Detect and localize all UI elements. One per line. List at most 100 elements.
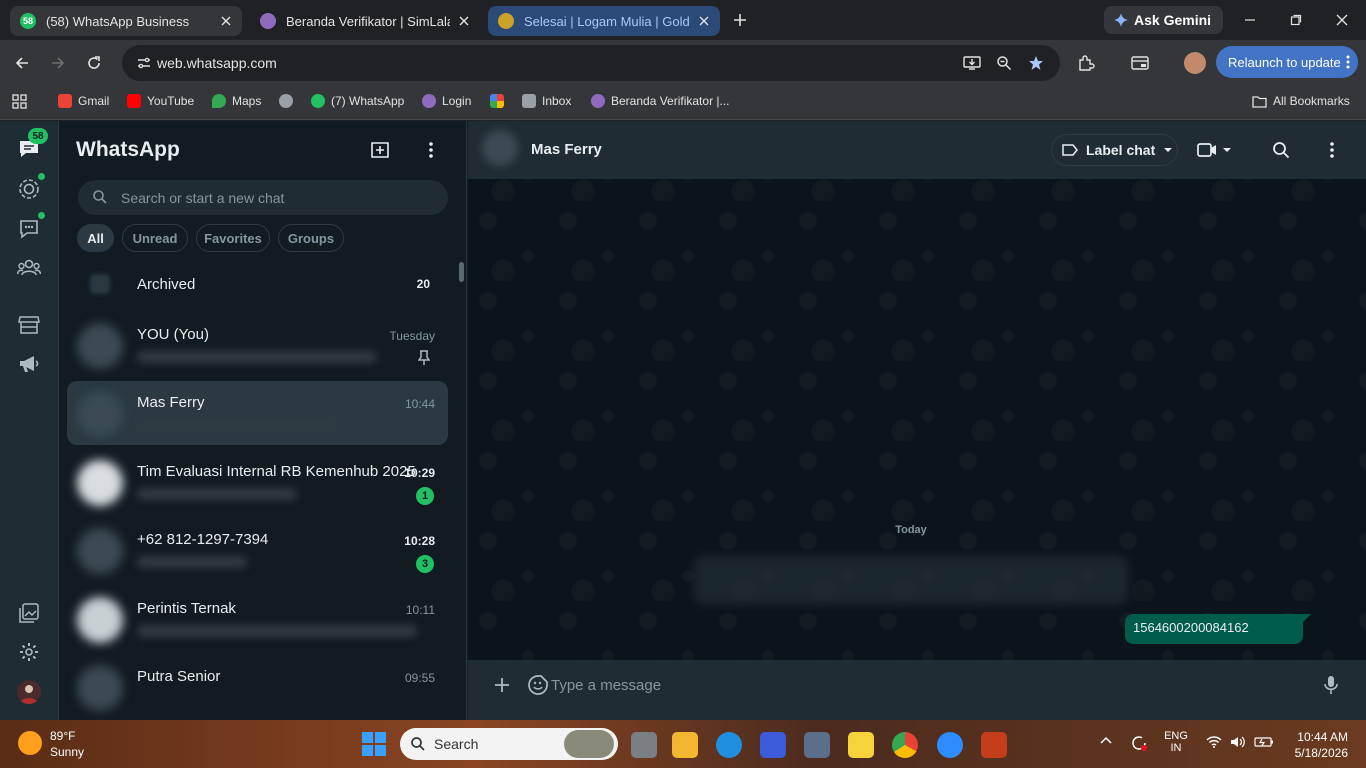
contact-name[interactable]: Mas Ferry (531, 141, 602, 158)
bookmark-gmail[interactable]: Gmail (58, 92, 109, 110)
taskbar-search[interactable]: Search (400, 728, 618, 760)
bookmark-globe[interactable] (279, 92, 293, 110)
close-tab-icon[interactable] (456, 13, 472, 29)
catalog-store-icon[interactable] (17, 313, 41, 337)
filter-all[interactable]: All (77, 224, 114, 252)
camera-icon[interactable] (804, 732, 830, 758)
date-divider: Today (895, 524, 927, 536)
message-input[interactable] (551, 669, 1311, 701)
bookmark-beranda-verifikator[interactable]: Beranda Verifikator |... (591, 92, 730, 110)
site-settings-icon[interactable] (134, 53, 154, 73)
tab-search-icon[interactable] (1130, 53, 1150, 73)
archive-icon (90, 274, 110, 294)
chevron-down-icon (1163, 147, 1173, 153)
apps-grid-icon[interactable] (12, 92, 27, 110)
contact-avatar[interactable] (482, 130, 518, 166)
chat-row-putra-senior[interactable]: Putra Senior 09:55 (67, 655, 448, 719)
video-call-icon[interactable] (1196, 139, 1234, 161)
extensions-icon[interactable] (1076, 53, 1096, 73)
tab-logam-mulia[interactable]: Selesai | Logam Mulia | Gold, Si (488, 6, 720, 36)
filter-groups[interactable]: Groups (278, 224, 344, 252)
close-window-icon[interactable] (1330, 8, 1354, 32)
search-icon (92, 189, 110, 207)
sticky-notes-icon[interactable] (848, 732, 874, 758)
ask-gemini-button[interactable]: Ask Gemini (1104, 6, 1224, 34)
bookmark-maps[interactable]: Maps (212, 92, 261, 110)
chat-list-scrollbar[interactable] (459, 262, 464, 282)
weather-description[interactable]: Sunny (50, 745, 84, 759)
status-icon[interactable] (17, 177, 41, 201)
bookmark-whatsapp[interactable]: (7) WhatsApp (311, 92, 404, 110)
bookmark-inbox[interactable]: Inbox (522, 92, 571, 110)
filter-favorites[interactable]: Favorites (196, 224, 270, 252)
bookmark-star-icon[interactable] (1026, 53, 1046, 73)
unread-badge: 1 (416, 487, 434, 505)
tab-whatsapp-business[interactable]: 58 (58) WhatsApp Business (10, 6, 242, 36)
chrome-icon[interactable] (892, 732, 918, 758)
copilot-icon[interactable] (760, 732, 786, 758)
all-bookmarks[interactable]: All Bookmarks (1252, 92, 1350, 110)
search-messages-icon[interactable] (1271, 139, 1291, 161)
filter-unread[interactable]: Unread (122, 224, 188, 252)
forward-icon[interactable] (47, 52, 69, 74)
channels-icon[interactable] (17, 217, 41, 241)
media-gallery-icon[interactable] (17, 601, 41, 625)
bookmark-label: (7) WhatsApp (331, 94, 405, 108)
zoom-icon[interactable] (994, 53, 1014, 73)
bookmark-label: Beranda Verifikator |... (611, 94, 730, 108)
volume-icon[interactable] (1230, 736, 1246, 748)
search-input[interactable] (121, 180, 441, 215)
advertise-megaphone-icon[interactable] (17, 352, 41, 376)
chat-row-you[interactable]: YOU (You) Tuesday (67, 313, 448, 377)
profile-avatar[interactable] (1184, 52, 1206, 74)
emoji-sticker-icon[interactable] (527, 674, 549, 696)
file-explorer-icon[interactable] (672, 732, 698, 758)
task-view-icon[interactable] (631, 732, 657, 758)
wifi-icon[interactable] (1206, 736, 1222, 748)
outgoing-message[interactable]: 1564600200084162 (1125, 614, 1303, 644)
battery-icon[interactable] (1254, 736, 1274, 748)
edge-icon[interactable] (716, 732, 742, 758)
chat-row-phone-number[interactable]: +62 812-1297-7394 10:28 3 (67, 518, 448, 582)
attach-plus-icon[interactable] (491, 674, 513, 696)
windows-start-icon[interactable] (362, 732, 386, 756)
chat-row-mas-ferry[interactable]: Mas Ferry 10:44 (67, 381, 448, 445)
bookmark-login[interactable]: Login (422, 92, 471, 110)
zoom-app-icon[interactable] (937, 732, 963, 758)
minimize-icon[interactable] (1238, 8, 1262, 32)
new-tab-icon[interactable] (730, 10, 750, 30)
chat-row-perintis-ternak[interactable]: Perintis Ternak 10:11 (67, 587, 448, 651)
language-indicator[interactable]: ENG IN (1160, 730, 1192, 754)
language-bottom: IN (1170, 742, 1182, 754)
reload-icon[interactable] (83, 52, 105, 74)
communities-icon[interactable] (17, 256, 41, 280)
profile-avatar[interactable] (17, 680, 41, 704)
install-app-icon[interactable] (962, 53, 982, 73)
clock-date: 5/18/2026 (1294, 746, 1348, 760)
microphone-icon[interactable] (1320, 674, 1342, 696)
chat-row-tim-evaluasi[interactable]: Tim Evaluasi Internal RB Kemenhub 2025 1… (67, 450, 448, 514)
weather-sun-icon[interactable] (18, 731, 42, 755)
powerpoint-icon[interactable] (981, 732, 1007, 758)
label-chat-button[interactable]: Label chat (1051, 134, 1178, 166)
menu-icon[interactable] (420, 139, 442, 161)
new-chat-icon[interactable] (369, 139, 391, 161)
close-tab-icon[interactable] (696, 13, 712, 29)
close-tab-icon[interactable] (218, 13, 234, 29)
chat-preview-blurred (137, 351, 377, 363)
bookmark-youtube[interactable]: YouTube (127, 92, 194, 110)
bookmark-photos[interactable] (490, 92, 504, 110)
settings-gear-icon[interactable] (17, 640, 41, 664)
conversation-menu-icon[interactable] (1326, 139, 1338, 161)
relaunch-to-update-button[interactable]: Relaunch to update (1216, 46, 1358, 78)
tab-simlala[interactable]: Beranda Verifikator | SimLala (250, 6, 480, 36)
system-clock[interactable]: 10:44 AM 5/18/2026 (1290, 729, 1348, 761)
archived-row[interactable]: Archived (137, 276, 195, 293)
weather-temperature[interactable]: 89°F (50, 729, 75, 743)
back-icon[interactable] (11, 52, 33, 74)
restore-icon[interactable] (1284, 8, 1308, 32)
sync-icon[interactable] (1130, 734, 1148, 752)
show-hidden-icons-chevron-up-icon[interactable] (1100, 736, 1114, 744)
more-vertical-icon (1346, 55, 1350, 69)
url-text[interactable]: web.whatsapp.com (157, 55, 277, 71)
